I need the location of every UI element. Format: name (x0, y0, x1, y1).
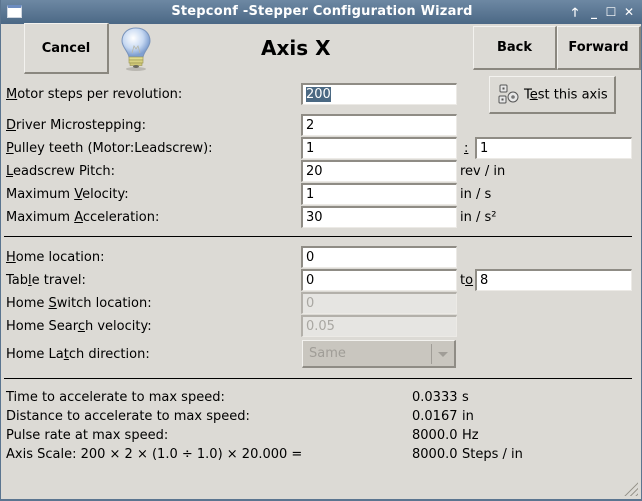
home-location-input[interactable]: 0 (301, 246, 457, 268)
accel-distance-label: Distance to accelerate to max speed: (6, 409, 250, 424)
lightbulb-icon (119, 26, 153, 72)
chevron-down-icon (438, 352, 448, 357)
leadscrew-pitch-unit: rev / in (460, 164, 506, 179)
pulse-rate-value: 8000.0 (412, 428, 458, 443)
pulse-rate-label: Pulse rate at max speed: (6, 428, 169, 443)
accel-distance-value: 0.0167 (412, 409, 458, 424)
home-switch-location-label: Home Switch location: (6, 296, 152, 311)
microstepping-label: Driver Microstepping: (6, 118, 146, 133)
home-latch-direction-label: Home Latch direction: (6, 347, 150, 362)
home-latch-direction-select: Same (302, 340, 456, 368)
maximize-icon[interactable]: ☐ (602, 3, 620, 21)
back-button[interactable]: Back (473, 26, 557, 70)
test-axis-label: Test this axis (524, 87, 608, 102)
max-acceleration-label: Maximum Acceleration: (6, 210, 160, 225)
stepconf-window: Stepconf -Stepper Configuration Wizard 🡑… (0, 0, 642, 501)
max-velocity-label: Maximum Velocity: (6, 187, 129, 202)
minimize-icon[interactable]: _ (585, 3, 603, 21)
max-acceleration-unit: in / s² (460, 210, 497, 225)
table-travel-min-input[interactable]: 0 (301, 269, 457, 291)
home-location-label: Home location: (6, 250, 105, 265)
accel-time-label: Time to accelerate to max speed: (6, 390, 225, 405)
leadscrew-pitch-label: Leadscrew Pitch: (6, 164, 116, 179)
gears-icon (498, 84, 520, 106)
home-latch-direction-value: Same (309, 346, 346, 361)
pulley-leadscrew-input[interactable]: 1 (475, 137, 632, 159)
close-icon[interactable]: ✕ (620, 3, 638, 21)
axis-scale-label: Axis Scale: 200 × 2 × (1.0 ÷ 1.0) × 20.0… (6, 447, 303, 462)
separator (4, 236, 632, 237)
max-velocity-input[interactable]: 1 (301, 183, 457, 205)
accel-time-value: 0.0333 (412, 390, 458, 405)
leadscrew-pitch-input[interactable]: 20 (301, 160, 457, 182)
home-switch-location-input: 0 (301, 292, 457, 314)
motor-steps-input[interactable]: 200 (301, 83, 457, 105)
microstepping-input[interactable]: 2 (301, 114, 457, 136)
home-search-velocity-label: Home Search velocity: (6, 319, 152, 334)
window-title: Stepconf -Stepper Configuration Wizard (171, 4, 473, 19)
table-travel-to-label: to (460, 273, 474, 288)
test-axis-button[interactable]: Test this axis (489, 76, 616, 114)
cancel-button[interactable]: Cancel (24, 23, 109, 74)
axis-scale-unit: Steps / in (462, 447, 523, 462)
table-travel-max-input[interactable]: 8 (475, 269, 632, 291)
forward-button[interactable]: Forward (557, 26, 641, 70)
separator (4, 378, 632, 379)
pulse-rate-unit: Hz (462, 428, 479, 443)
combo-divider (431, 344, 432, 364)
table-travel-label: Table travel: (6, 273, 86, 288)
accel-time-unit: s (462, 390, 469, 405)
home-search-velocity-input: 0.05 (301, 315, 457, 337)
title-bar[interactable]: Stepconf -Stepper Configuration Wizard 🡑… (1, 0, 642, 24)
accel-distance-unit: in (462, 409, 474, 424)
axis-scale-value: 8000.0 (412, 447, 458, 462)
max-acceleration-input[interactable]: 30 (301, 206, 457, 228)
motor-steps-label: Motor steps per revolution: (6, 87, 183, 102)
pulley-ratio-separator: : (464, 141, 469, 156)
resize-grip[interactable] (624, 482, 638, 496)
pulley-teeth-label: Pulley teeth (Motor:Leadscrew): (6, 141, 213, 156)
max-velocity-unit: in / s (460, 187, 492, 202)
pulley-motor-input[interactable]: 1 (301, 137, 457, 159)
page-heading: Axis X (261, 36, 331, 60)
keep-above-icon[interactable]: 🡑 (566, 3, 584, 21)
